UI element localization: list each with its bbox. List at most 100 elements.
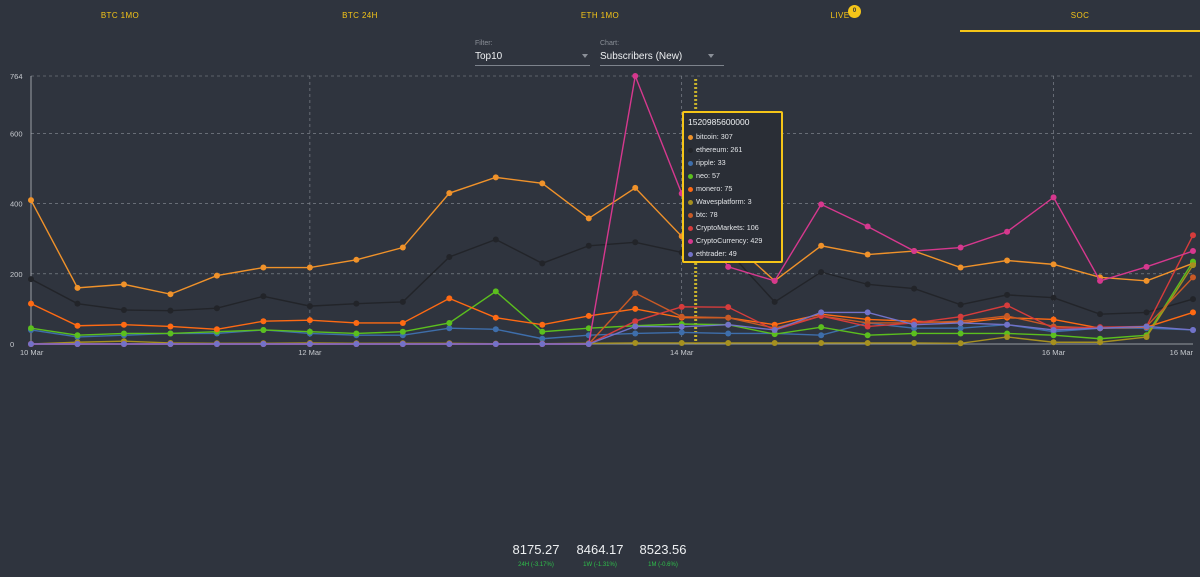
series-swatch <box>688 173 693 179</box>
data-point <box>1050 261 1057 268</box>
data-point <box>446 341 453 347</box>
tooltip-row-text: ripple: 33 <box>696 158 726 167</box>
series-swatch <box>688 251 693 257</box>
data-point <box>864 281 871 288</box>
data-point <box>167 330 174 337</box>
data-point <box>260 264 267 271</box>
data-point <box>1190 326 1196 333</box>
tooltip-row: Wavesplatform: 3 <box>688 195 777 208</box>
data-point <box>632 318 639 325</box>
chart-select[interactable]: Subscribers (New) <box>600 51 724 66</box>
data-point <box>818 309 825 316</box>
tooltip-row: CryptoCurrency: 429 <box>688 234 777 247</box>
data-point <box>492 341 499 347</box>
data-point <box>818 339 825 346</box>
data-point <box>957 244 964 251</box>
series-swatch <box>688 212 693 218</box>
data-point <box>399 328 406 335</box>
data-point <box>957 264 964 271</box>
data-point <box>306 328 313 335</box>
data-point <box>260 326 267 333</box>
price-24h-change: 24H (-3.17%) <box>518 562 554 568</box>
filter-select[interactable]: Top10 <box>475 51 590 66</box>
price-1m-change: 1M (-0.6%) <box>648 562 678 568</box>
data-point <box>957 319 964 326</box>
series-line <box>30 176 1194 295</box>
data-point <box>1050 332 1057 339</box>
data-point <box>725 304 732 311</box>
data-point <box>492 288 499 295</box>
chart-value: Subscribers (New) <box>600 51 683 62</box>
data-point <box>74 332 81 339</box>
series-swatch <box>688 225 693 231</box>
data-point <box>632 305 639 312</box>
data-point <box>492 314 499 321</box>
data-point <box>771 339 778 346</box>
data-point <box>1097 277 1104 284</box>
data-point <box>446 319 453 326</box>
data-point <box>678 313 685 320</box>
data-point <box>1143 323 1150 330</box>
tooltip-row: btc: 78 <box>688 208 777 221</box>
data-point <box>1050 294 1057 301</box>
x-tick-label: 16 Mar <box>1042 348 1066 357</box>
data-point <box>399 341 406 347</box>
data-point <box>306 303 313 310</box>
data-point <box>167 307 174 314</box>
data-point <box>167 291 174 298</box>
series-line <box>31 73 1194 345</box>
filter-value: Top10 <box>475 51 503 62</box>
data-point <box>1097 311 1104 318</box>
data-point <box>1143 263 1150 270</box>
chevron-down-icon <box>708 54 714 58</box>
data-point <box>1004 312 1011 319</box>
data-point <box>446 190 453 197</box>
tooltip-row-text: ethtrader: 49 <box>696 249 737 258</box>
y-tick-label: 0 <box>10 340 14 349</box>
tooltip-row-text: Wavesplatform: 3 <box>696 197 752 206</box>
data-point <box>28 300 34 307</box>
data-point <box>353 256 360 263</box>
data-point <box>911 321 918 328</box>
price-1w: 8464.17 <box>576 542 624 557</box>
data-point <box>1004 333 1011 340</box>
data-point <box>167 341 174 347</box>
tooltip-row: ethtrader: 49 <box>688 247 777 260</box>
data-point <box>632 73 639 79</box>
price-1w-change: 1W (-1.31%) <box>583 562 617 568</box>
data-point <box>1004 302 1011 309</box>
data-point <box>353 300 360 307</box>
chart-label: Chart: <box>600 40 620 47</box>
data-point <box>1004 228 1011 235</box>
data-point <box>120 321 127 328</box>
data-point <box>864 251 871 258</box>
data-point <box>74 300 81 307</box>
tab-eth-1mo[interactable]: ETH 1MO <box>480 0 720 30</box>
data-point <box>399 244 406 251</box>
data-point <box>585 242 592 249</box>
tab-btc-1mo[interactable]: BTC 1MO <box>0 0 240 30</box>
data-point <box>864 223 871 230</box>
x-tick-label: 14 Mar <box>670 348 694 357</box>
data-point <box>818 269 825 276</box>
data-point <box>74 322 81 329</box>
tooltip-row-text: bitcoin: 307 <box>696 132 733 141</box>
price-1m: 8523.56 <box>639 542 687 557</box>
data-point <box>818 332 825 339</box>
data-point <box>585 341 592 347</box>
tab-soc[interactable]: SOC <box>960 0 1200 32</box>
data-point <box>725 339 732 346</box>
data-point <box>213 341 220 347</box>
top-tabs: BTC 1MO BTC 24H ETH 1MO LIVE 0 SOC <box>0 0 1200 32</box>
tooltip-row-text: ethereum: 261 <box>696 145 743 154</box>
chart-control: Chart: Subscribers (New) <box>600 40 724 66</box>
data-point <box>446 254 453 261</box>
data-point <box>1097 339 1104 346</box>
data-point <box>632 184 639 191</box>
tab-btc-24h[interactable]: BTC 24H <box>240 0 480 30</box>
data-point <box>353 319 360 326</box>
data-point <box>28 325 34 332</box>
tooltip-row: monero: 75 <box>688 182 777 195</box>
data-point <box>120 341 127 347</box>
tab-live[interactable]: LIVE <box>720 0 960 30</box>
